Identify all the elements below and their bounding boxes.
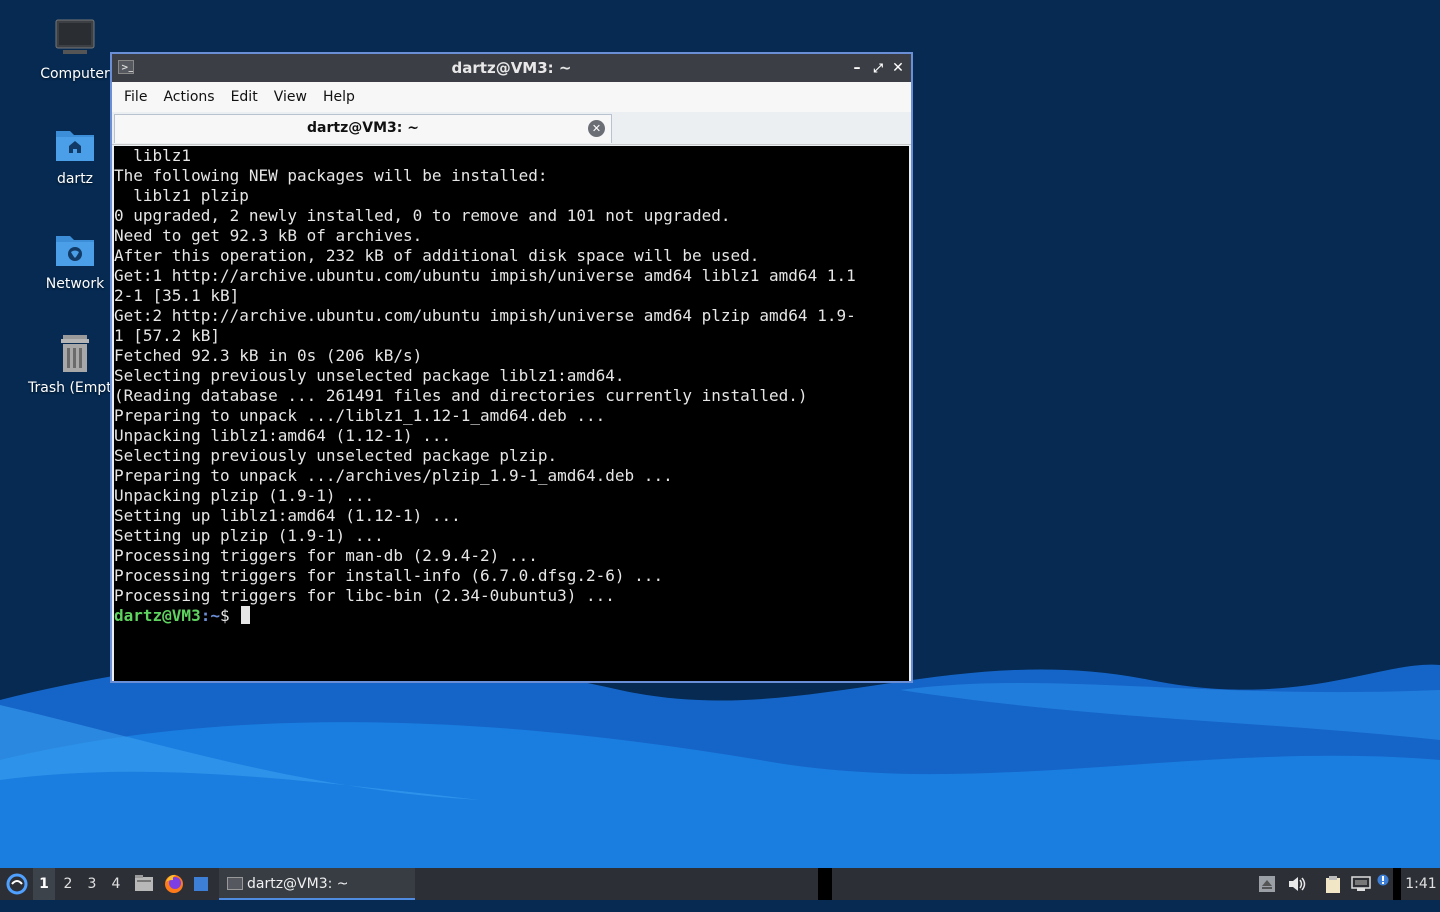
terminal-line: liblz1 bbox=[114, 146, 192, 165]
menu-help[interactable]: Help bbox=[315, 89, 363, 105]
terminal-line: Processing triggers for man-db (2.9.4-2)… bbox=[114, 546, 538, 565]
workspace-1[interactable]: 1 bbox=[33, 868, 55, 900]
prompt-path: :~ bbox=[200, 606, 220, 625]
terminal-line: Processing triggers for libc-bin (2.34-0… bbox=[114, 586, 615, 605]
prompt-user: dartz@VM3 bbox=[114, 606, 201, 625]
text-cursor bbox=[241, 606, 251, 624]
tab-terminal[interactable]: dartz@VM3: ~ ✕ bbox=[114, 114, 612, 143]
terminal-icon bbox=[227, 877, 243, 890]
terminal-line: Need to get 92.3 kB of archives. bbox=[114, 226, 423, 245]
eject-icon[interactable] bbox=[1259, 876, 1275, 892]
workspace-3[interactable]: 3 bbox=[81, 868, 103, 900]
clock[interactable]: 1:41 bbox=[1405, 868, 1437, 900]
terminal-line: After this operation, 232 kB of addition… bbox=[114, 246, 760, 265]
lubuntu-logo-icon bbox=[6, 873, 28, 895]
tab-title: dartz@VM3: ~ bbox=[307, 120, 419, 136]
terminal-line: Selecting previously unselected package … bbox=[114, 366, 625, 385]
workspace-4[interactable]: 4 bbox=[105, 868, 127, 900]
terminal-line: Unpacking plzip (1.9-1) ... bbox=[114, 486, 375, 505]
task-title: dartz@VM3: ~ bbox=[247, 876, 349, 892]
terminal-line: Get:1 http://archive.ubuntu.com/ubuntu i… bbox=[114, 266, 856, 285]
home-folder-icon bbox=[53, 123, 97, 167]
terminal-line: 1 [57.2 kB] bbox=[114, 326, 220, 345]
prompt-symbol: $ bbox=[219, 606, 240, 625]
terminal-line: (Reading database ... 261491 files and d… bbox=[114, 386, 808, 405]
terminal-line: Preparing to unpack .../archives/plzip_1… bbox=[114, 466, 673, 485]
minimize-button[interactable]: – bbox=[847, 54, 867, 82]
volume-icon[interactable] bbox=[1288, 876, 1306, 892]
file-manager-icon bbox=[135, 875, 153, 891]
firefox-launcher[interactable] bbox=[163, 868, 185, 900]
computer-icon bbox=[53, 18, 97, 62]
terminal-line: Unpacking liblz1:amd64 (1.12-1) ... bbox=[114, 426, 452, 445]
terminal-line: Setting up plzip (1.9-1) ... bbox=[114, 526, 384, 545]
terminal-line: Fetched 92.3 kB in 0s (206 kB/s) bbox=[114, 346, 423, 365]
trash-icon bbox=[53, 332, 97, 376]
network-folder-icon bbox=[53, 228, 97, 272]
terminal-line: 0 upgraded, 2 newly installed, 0 to remo… bbox=[114, 206, 731, 225]
menu-view[interactable]: View bbox=[266, 89, 315, 105]
tab-bar: dartz@VM3: ~ ✕ bbox=[112, 112, 911, 145]
network-icon[interactable] bbox=[1351, 876, 1371, 892]
terminal-line: Selecting previously unselected package … bbox=[114, 446, 558, 465]
terminal-window[interactable]: >_ dartz@VM3: ~ – ⤢ ✕ File Actions Edit … bbox=[110, 52, 913, 683]
terminal-icon: >_ bbox=[118, 60, 134, 74]
menu-bar: File Actions Edit View Help bbox=[112, 82, 911, 112]
firefox-icon bbox=[165, 874, 183, 893]
menu-actions[interactable]: Actions bbox=[155, 89, 222, 105]
terminal-line: 2-1 [35.1 kB] bbox=[114, 286, 240, 305]
terminal-line: Preparing to unpack .../liblz1_1.12-1_am… bbox=[114, 406, 606, 425]
app-menu-button[interactable] bbox=[4, 868, 30, 900]
terminal-line: Setting up liblz1:amd64 (1.12-1) ... bbox=[114, 506, 461, 525]
terminal-output[interactable]: liblz1 The following NEW packages will be… bbox=[114, 146, 909, 681]
taskbar-separator bbox=[1393, 868, 1401, 900]
window-title: dartz@VM3: ~ bbox=[451, 59, 572, 77]
terminal-prompt[interactable]: dartz@VM3:~$ bbox=[114, 606, 909, 626]
menu-edit[interactable]: Edit bbox=[223, 89, 266, 105]
taskbar-separator bbox=[818, 868, 832, 900]
close-button[interactable]: ✕ bbox=[888, 54, 908, 82]
terminal-line: liblz1 plzip bbox=[114, 186, 249, 205]
show-desktop-button[interactable] bbox=[192, 868, 210, 900]
terminal-line: The following NEW packages will be insta… bbox=[114, 166, 548, 185]
close-tab-icon[interactable]: ✕ bbox=[588, 120, 605, 137]
taskbar-task-terminal[interactable]: dartz@VM3: ~ bbox=[219, 868, 415, 900]
terminal-line: Get:2 http://archive.ubuntu.com/ubuntu i… bbox=[114, 306, 856, 325]
desktop-icon bbox=[194, 877, 208, 891]
window-titlebar[interactable]: >_ dartz@VM3: ~ – ⤢ ✕ bbox=[112, 54, 911, 82]
workspace-2[interactable]: 2 bbox=[57, 868, 79, 900]
menu-file[interactable]: File bbox=[116, 89, 155, 105]
taskbar: 1 2 3 4 dartz@VM3: ~ 1:41 bbox=[0, 868, 1440, 900]
terminal-line: Processing triggers for install-info (6.… bbox=[114, 566, 664, 585]
maximize-button[interactable]: ⤢ bbox=[868, 54, 888, 82]
file-manager-launcher[interactable] bbox=[134, 868, 154, 900]
update-notifier-icon[interactable] bbox=[1377, 874, 1393, 890]
clipboard-icon[interactable] bbox=[1324, 876, 1340, 893]
